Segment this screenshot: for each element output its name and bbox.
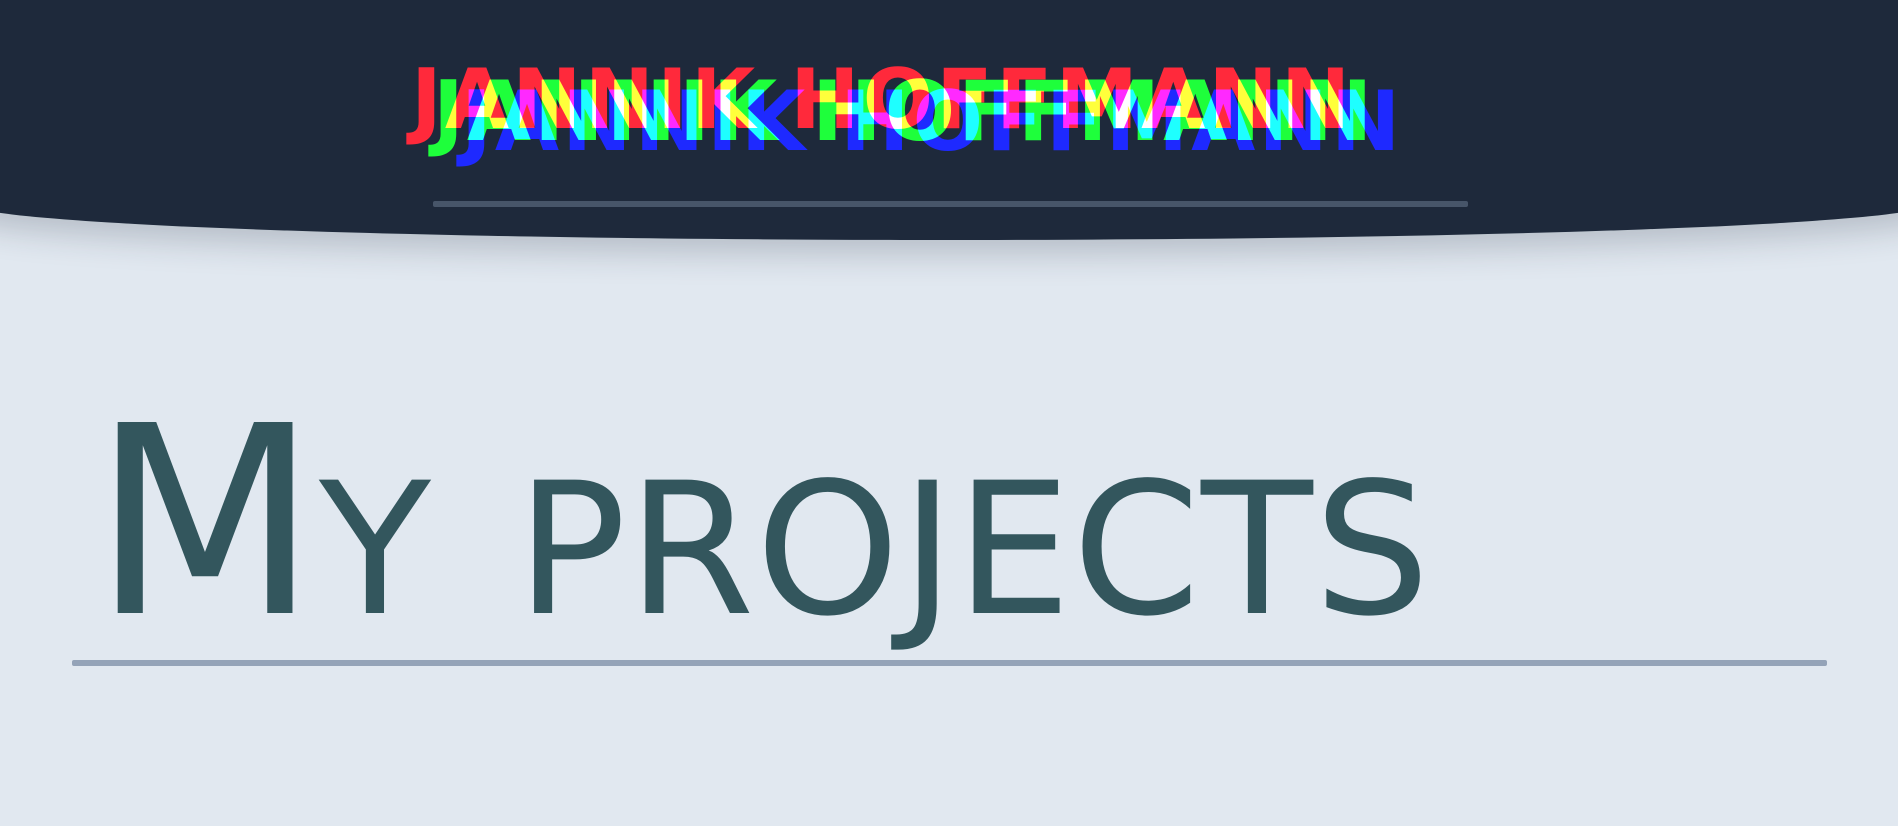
page-title: My projects <box>92 370 1431 675</box>
header-divider <box>433 201 1468 207</box>
page: JANNIK HOFFMANN JANNIK HOFFMANN JANNIK H… <box>0 0 1898 826</box>
brand-logo-link[interactable]: JANNIK HOFFMANN JANNIK HOFFMANN JANNIK H… <box>411 44 1468 214</box>
title-divider <box>72 660 1827 666</box>
brand-name: JANNIK HOFFMANN <box>433 63 1376 160</box>
